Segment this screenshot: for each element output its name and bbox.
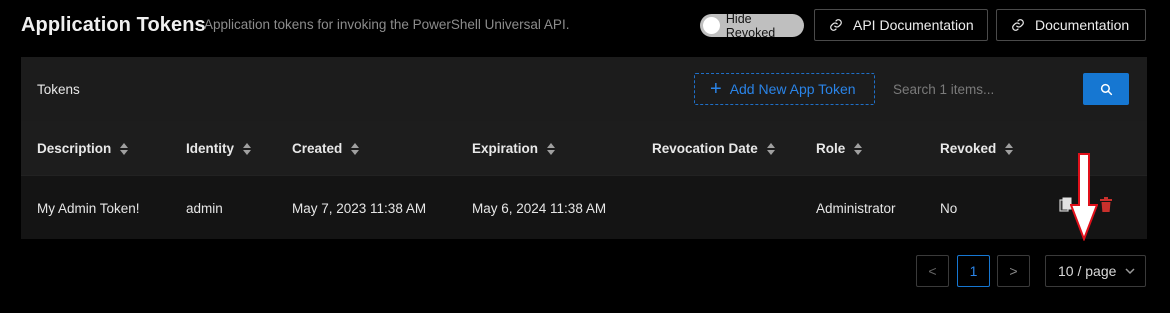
column-created[interactable]: Created <box>292 141 360 156</box>
table-row: My Admin Token! admin May 7, 2023 11:38 … <box>21 175 1147 239</box>
link-icon <box>830 19 842 31</box>
card-header: Tokens + Add New App Token <box>21 57 1147 121</box>
page-size-value: 10 / page <box>1058 263 1117 279</box>
column-label: Role <box>816 141 846 156</box>
cell-created: May 7, 2023 11:38 AM <box>292 201 427 216</box>
search-input[interactable] <box>885 73 1083 105</box>
page-size-select[interactable]: 10 / page <box>1045 255 1146 287</box>
column-revocation-date[interactable]: Revocation Date <box>652 141 775 156</box>
hide-revoked-toggle[interactable]: Hide Revoked <box>700 11 804 40</box>
sort-icon[interactable] <box>243 142 252 155</box>
column-description[interactable]: Description <box>37 141 129 156</box>
cell-description: My Admin Token! <box>37 201 140 216</box>
search-button[interactable] <box>1083 73 1129 105</box>
sort-icon[interactable] <box>766 142 775 155</box>
column-label: Identity <box>186 141 235 156</box>
annotation-arrow-icon <box>1070 153 1098 241</box>
table-header: Description Identity Created Expiration … <box>21 121 1147 175</box>
documentation-label: Documentation <box>1035 17 1130 33</box>
api-documentation-button[interactable]: API Documentation <box>814 9 988 41</box>
page-title: Application Tokens <box>21 14 206 36</box>
sort-icon[interactable] <box>1005 142 1014 155</box>
cell-identity: admin <box>186 201 223 216</box>
chevron-down-icon <box>1125 268 1135 275</box>
sort-icon[interactable] <box>854 142 863 155</box>
sort-icon[interactable] <box>547 142 556 155</box>
previous-page-button[interactable]: < <box>916 255 949 287</box>
column-label: Revoked <box>940 141 997 156</box>
toggle-label: Hide Revoked <box>725 11 776 40</box>
column-revoked[interactable]: Revoked <box>940 141 1014 156</box>
column-identity[interactable]: Identity <box>186 141 252 156</box>
tokens-card: Tokens + Add New App Token Description I… <box>21 57 1147 241</box>
next-page-button[interactable]: > <box>997 255 1030 287</box>
column-role[interactable]: Role <box>816 141 863 156</box>
cell-revoked: No <box>940 201 958 216</box>
column-label: Created <box>292 141 343 156</box>
column-label: Description <box>37 141 112 156</box>
sort-icon[interactable] <box>120 142 129 155</box>
sort-icon[interactable] <box>351 142 360 155</box>
plus-icon: + <box>710 78 722 100</box>
cell-expiration: May 6, 2024 11:38 AM <box>472 201 607 216</box>
page-subtitle: Application tokens for invoking the Powe… <box>204 17 570 32</box>
column-label: Expiration <box>472 141 539 156</box>
documentation-button[interactable]: Documentation <box>996 9 1146 41</box>
column-expiration[interactable]: Expiration <box>472 141 556 156</box>
search-icon <box>1100 83 1112 95</box>
delete-icon[interactable] <box>1099 197 1113 217</box>
api-documentation-label: API Documentation <box>853 17 974 33</box>
add-app-token-button[interactable]: + Add New App Token <box>694 73 875 105</box>
toggle-knob[interactable] <box>703 17 720 34</box>
cell-role: Administrator <box>816 201 896 216</box>
add-app-token-label: Add New App Token <box>729 81 856 97</box>
link-icon <box>1012 19 1024 31</box>
page-1-button[interactable]: 1 <box>957 255 990 287</box>
card-title: Tokens <box>37 82 80 97</box>
column-label: Revocation Date <box>652 141 758 156</box>
